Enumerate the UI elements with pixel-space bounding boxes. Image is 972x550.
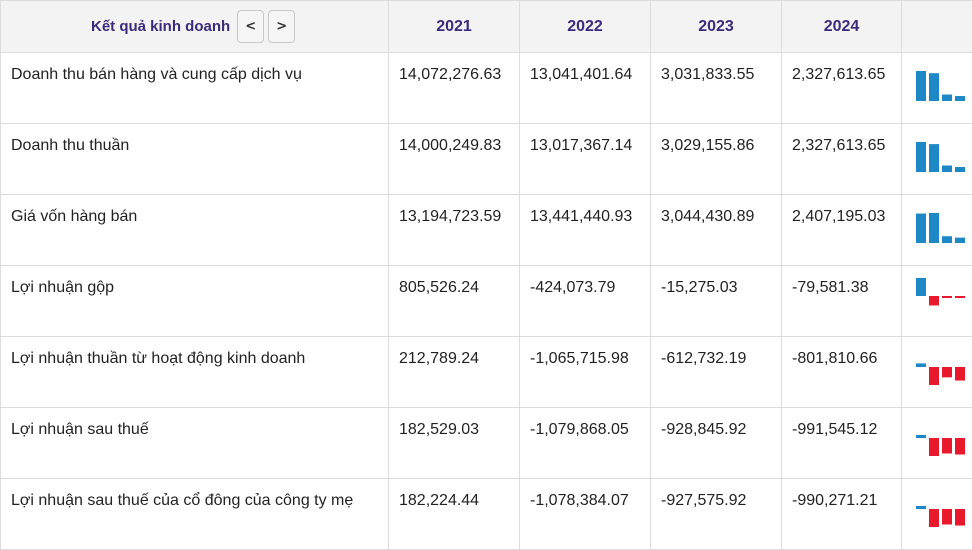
row-label: Doanh thu bán hàng và cung cấp dịch vụ xyxy=(1,53,389,124)
sparkline-chart xyxy=(902,479,972,536)
sparkline-cell xyxy=(902,408,972,479)
value-cell: 13,441,440.93 xyxy=(520,195,651,266)
table-row: Lợi nhuận gộp 805,526.24 -424,073.79 -15… xyxy=(1,266,972,337)
value-cell: 3,029,155.86 xyxy=(651,124,782,195)
sparkline-bar xyxy=(916,363,926,367)
business-results-table: Kết quả kinh doanh < > 2021 2022 2023 20… xyxy=(0,0,972,550)
year-header-2022: 2022 xyxy=(520,1,651,53)
sparkline-bar xyxy=(942,236,952,243)
year-header-2021: 2021 xyxy=(389,1,520,53)
row-label: Lợi nhuận sau thuế xyxy=(1,408,389,479)
value-cell: 2,327,613.65 xyxy=(782,53,902,124)
value-cell: -927,575.92 xyxy=(651,479,782,550)
sparkline-bar xyxy=(955,238,965,243)
sparkline-bar xyxy=(929,73,939,101)
sparkline-bar xyxy=(955,96,965,101)
sparkline-bar xyxy=(942,166,952,172)
sparkline-chart xyxy=(902,124,972,181)
sparkline-bar xyxy=(929,367,939,385)
value-cell: -15,275.03 xyxy=(651,266,782,337)
value-cell: 212,789.24 xyxy=(389,337,520,408)
value-cell: 3,031,833.55 xyxy=(651,53,782,124)
row-label: Lợi nhuận sau thuế của cổ đông của công … xyxy=(1,479,389,550)
header-row: Kết quả kinh doanh < > 2021 2022 2023 20… xyxy=(1,1,972,53)
value-cell: -801,810.66 xyxy=(782,337,902,408)
value-cell: -1,065,715.98 xyxy=(520,337,651,408)
value-cell: -1,079,868.05 xyxy=(520,408,651,479)
sparkline-bar xyxy=(942,95,952,101)
table-row: Giá vốn hàng bán 13,194,723.59 13,441,44… xyxy=(1,195,972,266)
value-cell: 182,224.44 xyxy=(389,479,520,550)
sparkline-bar xyxy=(929,438,939,456)
value-cell: 2,327,613.65 xyxy=(782,124,902,195)
row-label: Lợi nhuận gộp xyxy=(1,266,389,337)
sparkline-bar xyxy=(916,71,926,101)
value-cell: 13,017,367.14 xyxy=(520,124,651,195)
next-period-button[interactable]: > xyxy=(268,10,295,43)
table-row: Lợi nhuận sau thuế 182,529.03 -1,079,868… xyxy=(1,408,972,479)
value-cell: 14,072,276.63 xyxy=(389,53,520,124)
prev-period-button[interactable]: < xyxy=(237,10,264,43)
value-cell: 805,526.24 xyxy=(389,266,520,337)
sparkline-bar xyxy=(929,213,939,243)
sparkline-bar xyxy=(942,509,952,524)
year-header-2024: 2024 xyxy=(782,1,902,53)
sparkline-bar xyxy=(916,435,926,438)
value-cell: 13,194,723.59 xyxy=(389,195,520,266)
sparkline-bar xyxy=(942,296,952,298)
sparkline-cell xyxy=(902,195,972,266)
sparkline-bar xyxy=(916,214,926,243)
value-cell: 3,044,430.89 xyxy=(651,195,782,266)
value-cell: -79,581.38 xyxy=(782,266,902,337)
sparkline-bar xyxy=(955,167,965,172)
sparkline-bar xyxy=(916,278,926,296)
table-row: Doanh thu thuần 14,000,249.83 13,017,367… xyxy=(1,124,972,195)
sparkline-chart xyxy=(902,408,972,465)
value-cell: -612,732.19 xyxy=(651,337,782,408)
value-cell: 14,000,249.83 xyxy=(389,124,520,195)
sparkline-cell xyxy=(902,337,972,408)
sparkline-chart xyxy=(902,53,972,110)
value-cell: -424,073.79 xyxy=(520,266,651,337)
sparkline-cell xyxy=(902,266,972,337)
value-cell: 13,041,401.64 xyxy=(520,53,651,124)
value-cell: -991,545.12 xyxy=(782,408,902,479)
sparkline-bar xyxy=(929,509,939,527)
sparkline-bar xyxy=(929,296,939,305)
table-row: Lợi nhuận sau thuế của cổ đông của công … xyxy=(1,479,972,550)
table-row: Lợi nhuận thuần từ hoạt động kinh doanh … xyxy=(1,337,972,408)
sparkline-bar xyxy=(942,367,952,377)
value-cell: -1,078,384.07 xyxy=(520,479,651,550)
sparkline-bar xyxy=(955,367,965,381)
row-label: Giá vốn hàng bán xyxy=(1,195,389,266)
sparkline-bar xyxy=(916,506,926,509)
sparkline-chart xyxy=(902,337,972,394)
sparkline-chart xyxy=(902,195,972,252)
sparkline-cell xyxy=(902,53,972,124)
section-title: Kết quả kinh doanh xyxy=(91,18,230,35)
header-title-cell: Kết quả kinh doanh < > xyxy=(1,1,389,53)
sparkline-chart xyxy=(902,266,972,323)
value-cell: -928,845.92 xyxy=(651,408,782,479)
value-cell: 2,407,195.03 xyxy=(782,195,902,266)
sparkline-header xyxy=(902,1,972,53)
sparkline-bar xyxy=(955,509,965,526)
row-label: Lợi nhuận thuần từ hoạt động kinh doanh xyxy=(1,337,389,408)
sparkline-bar xyxy=(955,296,965,298)
row-label: Doanh thu thuần xyxy=(1,124,389,195)
value-cell: -990,271.21 xyxy=(782,479,902,550)
sparkline-bar xyxy=(955,438,965,455)
sparkline-bar xyxy=(942,438,952,453)
sparkline-cell xyxy=(902,479,972,550)
year-header-2023: 2023 xyxy=(651,1,782,53)
table-row: Doanh thu bán hàng và cung cấp dịch vụ 1… xyxy=(1,53,972,124)
sparkline-bar xyxy=(916,142,926,172)
sparkline-bar xyxy=(929,144,939,172)
sparkline-cell xyxy=(902,124,972,195)
value-cell: 182,529.03 xyxy=(389,408,520,479)
